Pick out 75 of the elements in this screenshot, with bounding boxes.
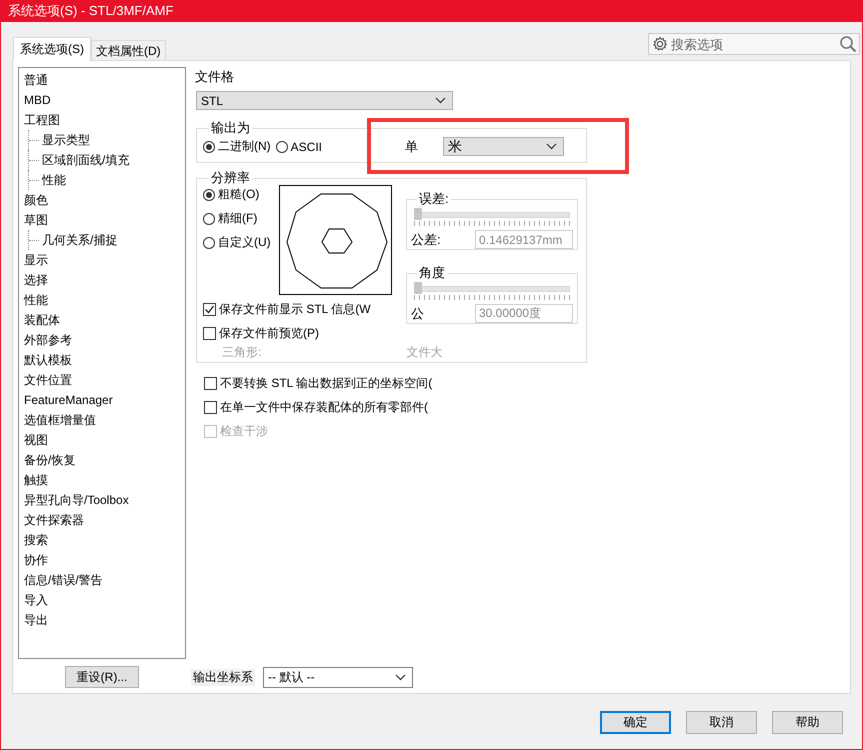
group-label: 误差: (418, 190, 450, 208)
tree-item[interactable]: 文件位置 (24, 372, 72, 388)
radio-button[interactable] (203, 140, 215, 152)
tab[interactable]: 文档属性(D) (91, 40, 166, 61)
tree-item[interactable]: FeatureManager (24, 393, 113, 407)
reset-button[interactable]: 重设(R)... (65, 666, 139, 688)
coordinate-dropdown[interactable]: -- 默认 -- (263, 667, 413, 688)
radio-label[interactable]: 粗糙(O) (218, 186, 260, 203)
checkbox-label[interactable]: 在单一文件中保存装配体的所有零部件( (220, 399, 428, 416)
tree-item[interactable]: 装配体 (24, 312, 60, 328)
tree-item[interactable]: 视图 (24, 432, 48, 448)
group-label: 角度 (418, 264, 446, 282)
window-title: 系统选项(S) - STL/3MF/AMF (0, 0, 863, 22)
slider[interactable] (414, 282, 570, 295)
tree-item[interactable]: 搜索 (24, 532, 48, 548)
unit-dropdown[interactable]: 米 (443, 137, 564, 156)
tree-item[interactable]: 异型孔向导/Toolbox (24, 492, 129, 508)
radio-label[interactable]: ASCII (290, 140, 322, 154)
tree-item[interactable]: 普通 (24, 72, 48, 88)
checkbox-label[interactable]: 不要转换 STL 输出数据到正的坐标空间( (220, 375, 432, 392)
dialog-button[interactable]: 帮助 (772, 711, 843, 734)
tree-item[interactable]: 选择 (24, 272, 48, 288)
dialog-button[interactable]: 取消 (686, 711, 757, 734)
tree-item[interactable]: 导入 (24, 592, 48, 608)
chevron-icon (546, 143, 557, 150)
tree-item[interactable]: 区域剖面线/填充 (42, 152, 130, 168)
file-size-label: 文件大 (406, 344, 442, 361)
tree-item[interactable]: 信息/错误/警告 (24, 572, 103, 588)
checkbox[interactable] (203, 303, 216, 316)
tree-item[interactable]: 几何关系/捕捉 (42, 232, 118, 248)
search-field[interactable]: 搜索选项 (648, 33, 860, 55)
group-label: 输出为 (210, 119, 251, 137)
tree-item[interactable]: 选值框增量值 (24, 412, 96, 428)
tree-item[interactable]: 触摸 (24, 472, 48, 488)
tree-item[interactable]: 协作 (24, 552, 48, 568)
triangles-label: 三角形: (222, 344, 262, 361)
radio-label[interactable]: 精细(F) (218, 210, 258, 227)
checkbox[interactable] (203, 327, 216, 340)
group-label: 分辨率 (210, 169, 251, 187)
tree-item[interactable]: 导出 (24, 612, 48, 628)
tree-item[interactable]: 工程图 (24, 112, 60, 128)
tree-item[interactable]: 外部参考 (24, 332, 72, 348)
settings-icon (652, 36, 668, 52)
tree-item[interactable]: 性能 (42, 172, 66, 188)
radio-button[interactable] (203, 188, 215, 200)
dialog-button[interactable]: 确定 (600, 711, 671, 734)
tree-item[interactable]: 文件探索器 (24, 512, 84, 528)
field-label: 公 (411, 304, 424, 322)
checkbox[interactable] (204, 401, 217, 414)
chevron-icon (435, 97, 446, 104)
tree-item[interactable]: 草图 (24, 212, 48, 228)
chevron-icon (395, 674, 406, 681)
checkbox-label[interactable]: 保存文件前显示 STL 信息(W (219, 301, 371, 318)
radio-button[interactable] (203, 212, 215, 224)
tree-item[interactable]: 性能 (24, 292, 48, 308)
tree-item[interactable]: 显示类型 (42, 132, 90, 148)
format-dropdown[interactable]: STL (196, 91, 453, 110)
slider[interactable] (414, 208, 570, 221)
radio-label[interactable]: 自定义(U) (218, 234, 271, 251)
tab[interactable]: 系统选项(S) (13, 37, 91, 61)
radio-button[interactable] (276, 140, 288, 152)
checkbox-label[interactable]: 保存文件前预览(P) (219, 325, 319, 342)
field-label: 公差: (411, 230, 441, 248)
tree-item[interactable]: MBD (24, 93, 51, 107)
radio-button[interactable] (203, 236, 215, 248)
search-icon[interactable] (839, 35, 857, 53)
tree-item[interactable]: 显示 (24, 252, 48, 268)
checkbox[interactable] (204, 377, 217, 390)
field-label: 输出坐标系 (191, 669, 255, 686)
field-label: 单 (405, 138, 418, 156)
tree-item[interactable]: 颜色 (24, 192, 48, 208)
tree-item[interactable]: 默认模板 (24, 352, 72, 368)
tree-item[interactable]: 备份/恢复 (24, 452, 76, 468)
field-label: 文件格 (195, 68, 235, 86)
radio-label[interactable]: 二进制(N) (218, 138, 271, 155)
